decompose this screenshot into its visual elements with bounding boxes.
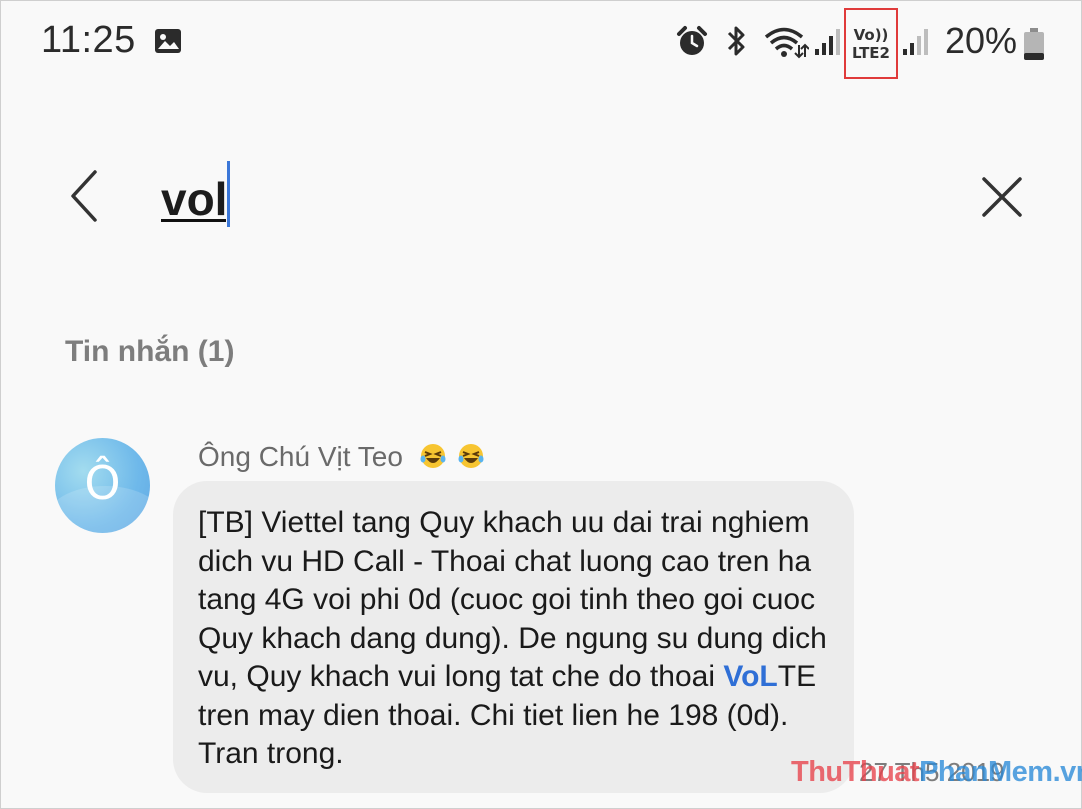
volte-badge-bottom: LTE2 (852, 44, 890, 62)
watermark-part-2: Thuat (842, 756, 920, 788)
text-cursor (227, 161, 230, 227)
avatar[interactable]: Ô (55, 438, 150, 533)
gallery-icon (155, 29, 181, 53)
search-match-highlight: VoL (723, 660, 778, 693)
signal-icon (903, 29, 928, 55)
volte-badge-top: Vo)) (853, 26, 889, 44)
watermark-part-5: .vn (1052, 756, 1082, 788)
watermark-part-3: Phan (919, 756, 988, 788)
watermark-part-1: Thu (791, 756, 843, 788)
battery-icon (1024, 28, 1044, 60)
bluetooth-icon (727, 26, 745, 56)
sender-emojis (419, 442, 487, 477)
rolling-laughing-emoji-icon (458, 444, 484, 468)
sender-name: Ông Chú Vịt Teo (198, 441, 487, 477)
close-icon (982, 177, 1022, 217)
signal-icon (815, 29, 840, 55)
search-input[interactable] (161, 169, 921, 229)
watermark: ThuThuatPhanMem.vn (791, 756, 1082, 789)
alarm-icon (677, 26, 707, 55)
rolling-laughing-emoji-icon (420, 444, 446, 468)
watermark-part-4: Mem (988, 756, 1053, 788)
battery-percent: 20% (945, 20, 1018, 61)
chevron-left-icon (71, 170, 97, 222)
search-query-underline (161, 219, 226, 222)
back-button[interactable] (63, 166, 113, 226)
section-header-messages: Tin nhắn (1) (65, 335, 235, 368)
sender-name-text: Ông Chú Vịt Teo (198, 441, 403, 472)
avatar-letter: Ô (84, 456, 121, 510)
wifi-icon (764, 27, 809, 59)
volte-network-badge: Vo)) LTE2 (844, 8, 898, 79)
message-text: [TB] Viettel tang Quy khach uu dai trai … (198, 504, 838, 774)
status-time: 11:25 (41, 19, 136, 61)
status-bar: 11:25 Vo)) LTE2 20% (1, 1, 1081, 81)
clear-search-button[interactable] (976, 171, 1028, 223)
